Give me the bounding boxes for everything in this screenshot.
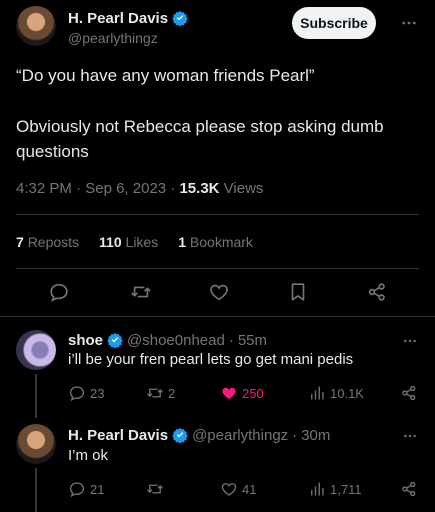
bookmarks-label: Bookmark: [189, 234, 253, 250]
thread-line: [35, 468, 37, 512]
reply-text: i’ll be your fren pearl lets go get mani…: [68, 351, 354, 368]
likes-count: 110: [99, 234, 122, 250]
like-count: 41: [242, 481, 257, 497]
verified-badge-icon: [172, 427, 188, 443]
separator-dot: ·: [292, 426, 298, 444]
repost-action[interactable]: 2: [146, 384, 175, 402]
reply-header: H. Pearl Davis @pearlythingz · 30m: [68, 425, 330, 445]
views-chart-icon: [308, 480, 326, 498]
like-icon: [220, 480, 238, 498]
divider: [16, 214, 419, 215]
reposts-stat[interactable]: 7 Reposts: [16, 234, 79, 250]
repost-icon[interactable]: [130, 281, 152, 303]
reply-count: 21: [90, 481, 105, 497]
tweet-date[interactable]: Sep 6, 2023: [85, 180, 166, 197]
author-handle[interactable]: @pearlythingz: [68, 30, 158, 46]
reply-avatar[interactable]: [16, 330, 56, 370]
views-chart-icon: [308, 384, 326, 402]
reply-handle[interactable]: @pearlythingz: [192, 427, 288, 444]
separator-dot: ·: [228, 331, 234, 349]
like-icon[interactable]: [208, 281, 230, 303]
author-name-row[interactable]: H. Pearl Davis: [68, 8, 188, 28]
views-count: 1,711: [330, 481, 362, 497]
tweet-meta: 4:32 PM · Sep 6, 2023 · 15.3K Views: [16, 180, 263, 197]
reply-author-name[interactable]: H. Pearl Davis: [68, 427, 168, 444]
reply-time[interactable]: 30m: [301, 427, 330, 444]
share-icon[interactable]: [400, 480, 418, 498]
subscribe-button[interactable]: Subscribe: [292, 7, 376, 39]
tweet-text-line-2: Obviously not Rebecca please stop asking…: [16, 117, 384, 136]
author-name[interactable]: H. Pearl Davis: [68, 10, 168, 27]
divider: [16, 268, 419, 269]
repost-count: 2: [168, 385, 176, 401]
more-options-icon[interactable]: [402, 333, 418, 349]
bookmark-icon[interactable]: [287, 281, 309, 303]
reply-header: shoe @shoe0nhead · 55m: [68, 330, 267, 350]
divider: [0, 316, 435, 317]
liked-heart-icon: [220, 384, 238, 402]
reply-action[interactable]: 23: [68, 384, 104, 402]
bookmarks-stat[interactable]: 1 Bookmark: [178, 234, 253, 250]
views-count: 10.1K: [330, 385, 364, 401]
tweet-text-line-1: “Do you have any woman friends Pearl”: [16, 66, 315, 85]
repost-action[interactable]: [146, 480, 168, 498]
views-label: Views: [223, 180, 264, 197]
reposts-label: Reposts: [27, 234, 80, 250]
verified-badge-icon: [107, 332, 123, 348]
reply-icon[interactable]: [48, 281, 70, 303]
reposts-count: 7: [16, 234, 24, 250]
reply-avatar[interactable]: [16, 424, 56, 464]
stats-row: 7 Reposts 110 Likes 1 Bookmark: [16, 234, 253, 250]
share-icon[interactable]: [366, 281, 388, 303]
repost-icon: [146, 480, 164, 498]
more-options-icon[interactable]: [400, 14, 418, 32]
separator-dot: ·: [76, 180, 86, 197]
likes-label: Likes: [125, 234, 159, 250]
reply-action[interactable]: 21: [68, 480, 104, 498]
author-avatar[interactable]: [16, 6, 56, 46]
thread-line: [35, 374, 37, 418]
bookmarks-count: 1: [178, 234, 187, 250]
repost-icon: [146, 384, 164, 402]
verified-badge-icon: [172, 10, 188, 26]
share-icon[interactable]: [400, 384, 418, 402]
likes-stat[interactable]: 110 Likes: [99, 234, 158, 250]
reply-text: I’m ok: [68, 447, 109, 464]
views-action[interactable]: 10.1K: [308, 384, 364, 402]
reply-time[interactable]: 55m: [238, 332, 267, 349]
reply-icon: [68, 384, 86, 402]
reply-icon: [68, 480, 86, 498]
views-action[interactable]: 1,711: [308, 480, 362, 498]
tweet-text-line-3: questions: [16, 142, 89, 161]
reply-handle[interactable]: @shoe0nhead: [127, 332, 225, 349]
reply-count: 23: [90, 385, 105, 401]
views-count: 15.3K: [179, 180, 220, 197]
like-count: 250: [242, 385, 264, 401]
reply-author-name[interactable]: shoe: [68, 332, 103, 349]
like-action[interactable]: 41: [220, 480, 256, 498]
like-action[interactable]: 250: [220, 384, 264, 402]
tweet-time[interactable]: 4:32 PM: [16, 180, 72, 197]
more-options-icon[interactable]: [402, 428, 418, 444]
